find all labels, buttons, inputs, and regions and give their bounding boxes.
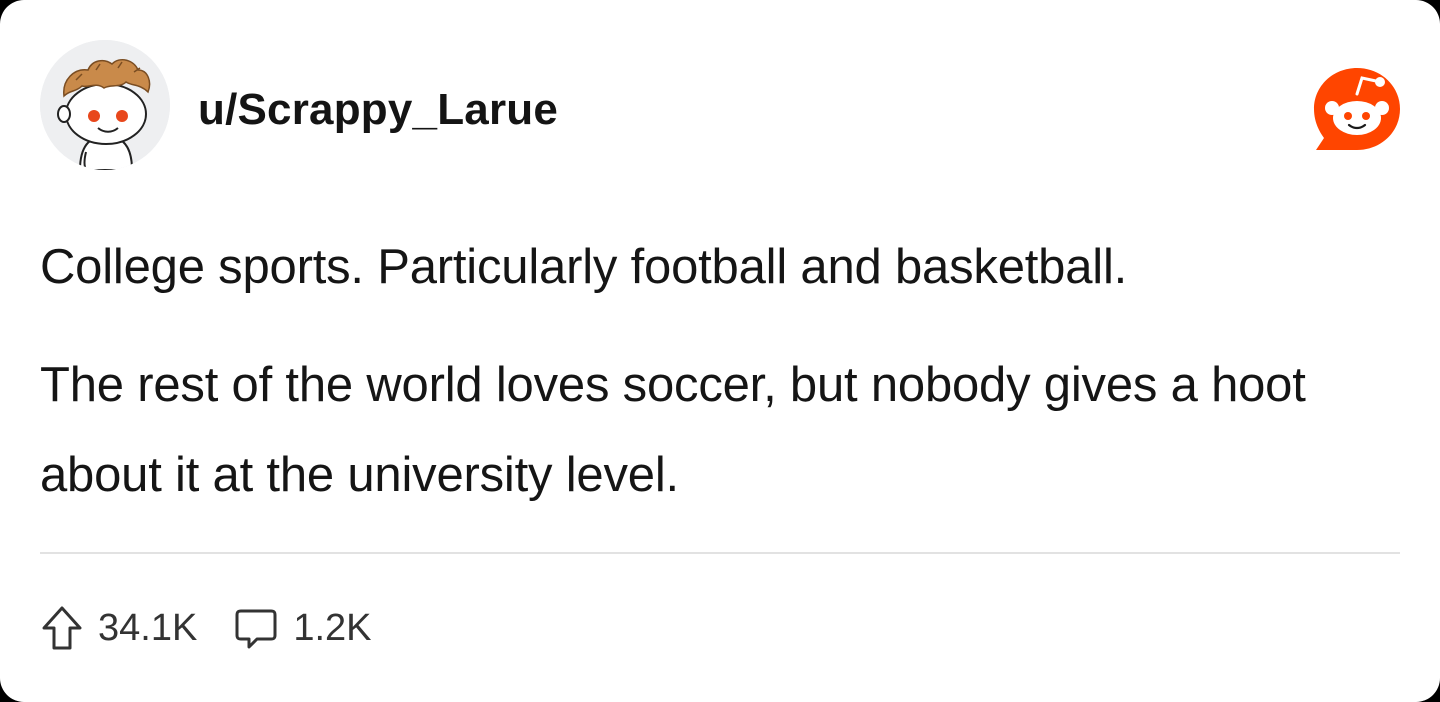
upvote-count: 34.1K <box>98 607 198 649</box>
username[interactable]: u/Scrappy_Larue <box>198 84 558 136</box>
divider <box>40 552 1400 554</box>
post-paragraph: The rest of the world loves soccer, but … <box>40 358 1306 502</box>
comment-bubble-icon <box>235 609 277 649</box>
post-card: u/Scrappy_Larue College sports. Particul… <box>0 0 1440 702</box>
post-body: College sports. Particularly football an… <box>40 222 1410 520</box>
post-paragraph: College sports. Particularly football an… <box>40 240 1128 294</box>
reddit-logo-icon <box>1310 64 1404 154</box>
user-avatar[interactable] <box>40 40 170 170</box>
post-actions: 34.1K 1.2K <box>40 600 371 656</box>
comment-count: 1.2K <box>293 607 372 649</box>
snoo-avatar-icon <box>40 40 170 170</box>
upvote-button[interactable]: 34.1K <box>40 600 197 656</box>
comment-button[interactable]: 1.2K <box>233 600 371 656</box>
upvote-arrow-icon <box>42 606 82 650</box>
